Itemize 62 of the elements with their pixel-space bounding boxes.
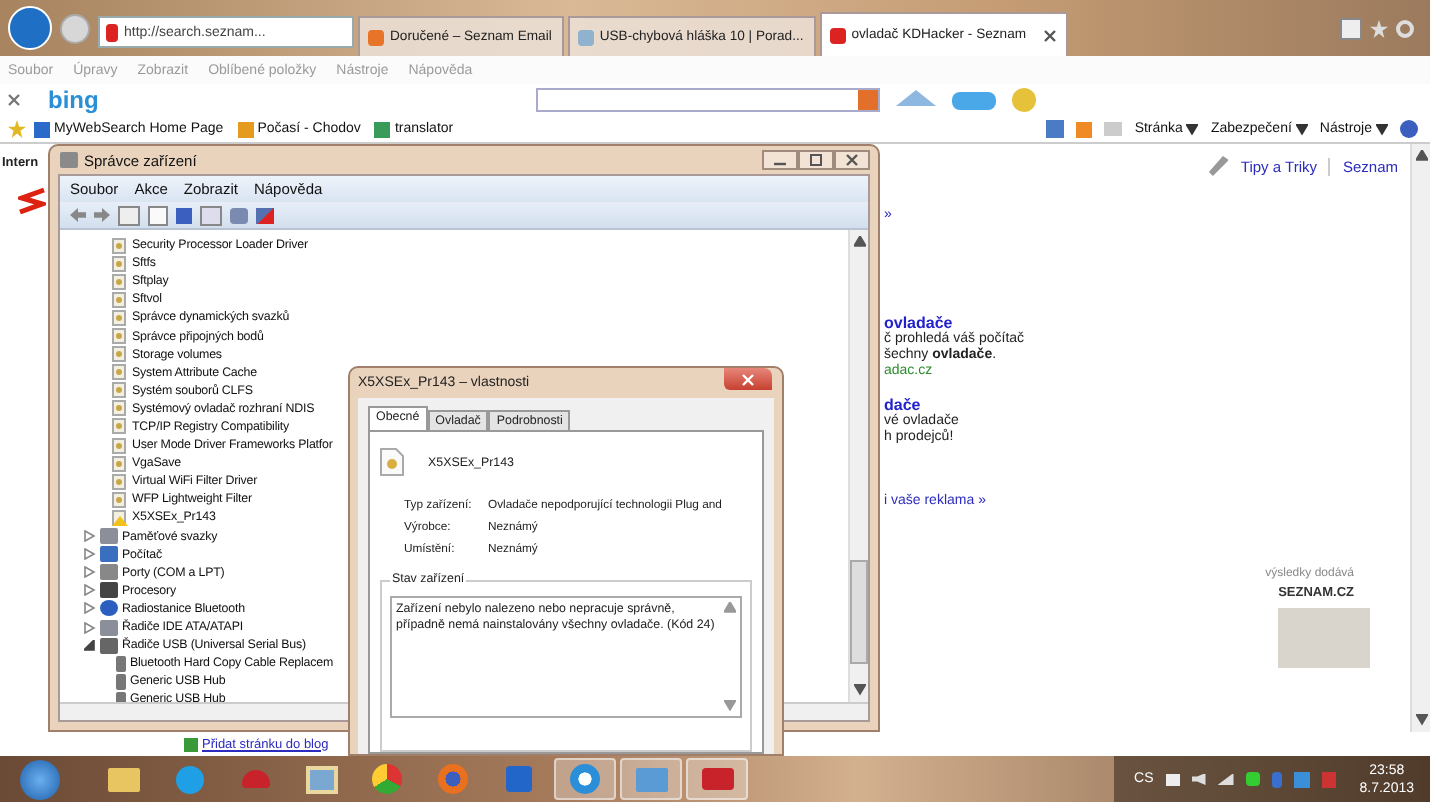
driver-file-icon	[380, 448, 404, 476]
site-icon	[237, 121, 254, 137]
collapsed-arrow-icon[interactable]	[84, 584, 96, 597]
maximize-button[interactable]	[798, 150, 834, 170]
photo-placeholder	[1278, 608, 1370, 668]
scroll-up-icon[interactable]	[853, 236, 865, 248]
scrollbar[interactable]	[848, 230, 868, 702]
seznam-s-logo	[18, 186, 46, 214]
forward-button[interactable]	[60, 14, 90, 44]
site-icon	[368, 29, 384, 45]
close-button[interactable]	[724, 368, 772, 390]
taskbar-button[interactable]	[686, 758, 748, 800]
taskbar-button[interactable]	[620, 758, 682, 800]
tree-view-icon	[118, 205, 140, 225]
close-icon[interactable]	[8, 94, 20, 106]
folder-icon	[107, 767, 139, 791]
toolbar-icon	[952, 91, 996, 109]
taskbar-button[interactable]	[554, 758, 616, 800]
bing-logo: bing	[48, 86, 101, 114]
site-icon	[34, 121, 50, 137]
scroll-up-icon[interactable]	[724, 602, 736, 614]
scroll-up-icon[interactable]	[1415, 150, 1427, 162]
device-manager-icon	[60, 152, 78, 168]
monitor-icon	[635, 767, 667, 791]
back-button[interactable]	[8, 6, 52, 50]
close-tab-icon[interactable]	[1044, 29, 1057, 41]
tray-icon	[1321, 771, 1336, 787]
site-icon	[577, 29, 594, 45]
toolbar-icon	[1012, 88, 1036, 112]
close-icon	[846, 154, 858, 166]
result-title[interactable]: dače	[884, 396, 921, 414]
properties-icon	[148, 205, 168, 225]
start-button[interactable]	[20, 759, 60, 799]
scroll-down-icon[interactable]	[724, 700, 736, 712]
chrome-icon	[372, 764, 402, 794]
scroll-thumb[interactable]	[850, 560, 868, 664]
collapsed-arrow-icon[interactable]	[84, 621, 96, 634]
collapsed-arrow-icon[interactable]	[84, 566, 96, 579]
collapsed-arrow-icon[interactable]	[84, 602, 96, 615]
scroll-down-icon[interactable]	[853, 684, 865, 696]
toolbox-icon	[701, 768, 733, 790]
scrollbar[interactable]	[1410, 144, 1430, 732]
speaker-icon	[1191, 773, 1206, 785]
search-field[interactable]	[536, 88, 880, 112]
minimize-button[interactable]	[762, 150, 798, 170]
picture-icon	[305, 765, 337, 793]
caret-icon	[1295, 123, 1308, 135]
scroll-down-icon[interactable]	[1415, 714, 1427, 726]
expanded-arrow-icon[interactable]	[84, 639, 96, 652]
site-icon	[829, 27, 846, 43]
close-icon	[742, 373, 754, 385]
close-button[interactable]	[834, 150, 870, 170]
result-title[interactable]: ovladače	[884, 314, 953, 332]
site-icon	[374, 121, 391, 137]
window-icon	[200, 205, 222, 225]
collapsed-arrow-icon[interactable]	[84, 548, 96, 561]
caret-icon	[1186, 123, 1199, 135]
signal-icon	[1217, 773, 1234, 785]
caret-icon	[1376, 123, 1388, 135]
maximize-icon	[810, 154, 822, 166]
plus-icon	[184, 737, 198, 751]
collapsed-arrow-icon[interactable]	[84, 530, 96, 543]
